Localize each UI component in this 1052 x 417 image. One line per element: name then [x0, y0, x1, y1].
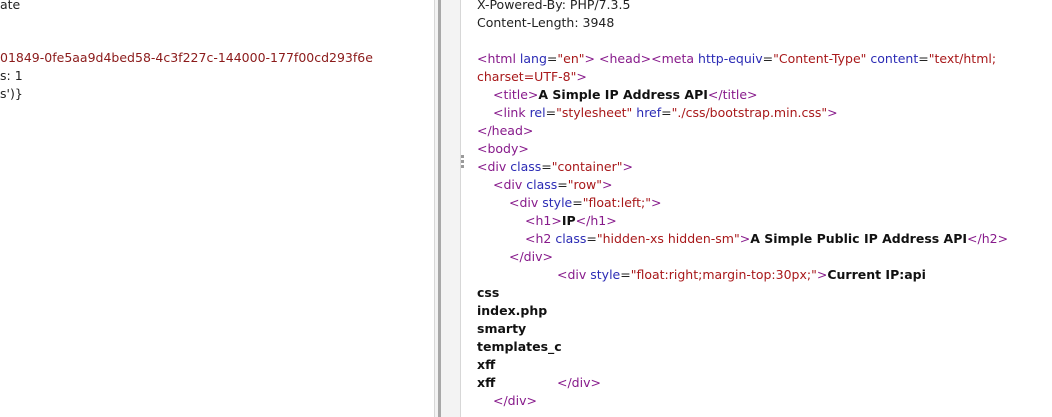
pane-splitter[interactable] — [434, 0, 461, 417]
listing-item: xff — [477, 357, 496, 372]
listing-item: index.php — [477, 303, 548, 318]
source-line-float-right: <div style="float:right;margin-top:30px;… — [557, 267, 926, 282]
request-cookie-line: 01849-0fe5aa9d4bed58-4c3f227c-144000-177… — [0, 50, 373, 65]
listing-item: templates_c — [477, 339, 562, 354]
listing-item: smarty — [477, 321, 527, 336]
response-pane: X-Powered-By: PHP/7.3.5 Content-Length: … — [462, 0, 1052, 417]
header-powered-by: X-Powered-By: PHP/7.3.5 — [477, 0, 631, 12]
source-line-charset: charset=UTF-8"> — [477, 69, 587, 84]
splitter-bar[interactable] — [438, 0, 441, 417]
source-line-float-left: <div style="float:left;"> — [509, 195, 662, 210]
source-line-div-close: </div> — [493, 393, 537, 408]
source-line-body: <body> — [477, 141, 529, 156]
source-line-link: <link rel="stylesheet" href="./css/boots… — [493, 105, 838, 120]
request-line: s')} — [0, 86, 23, 101]
request-line: ate — [0, 0, 21, 12]
source-line-div-close: </div> — [509, 249, 553, 264]
source-line-div-close: </div> — [557, 375, 601, 390]
source-line-row: <div class="row"> — [493, 177, 613, 192]
header-content-length: Content-Length: 3948 — [477, 15, 615, 30]
request-pane: ate 01849-0fe5aa9d4bed58-4c3f227c-144000… — [0, 0, 434, 417]
source-line-title: <title>A Simple IP Address API</title> — [493, 87, 758, 102]
source-line-container: <div class="container"> — [477, 159, 633, 174]
source-line-h2: <h2 class="hidden-xs hidden-sm">A Simple… — [525, 231, 1009, 246]
listing-item: css — [477, 285, 500, 300]
request-line: s: 1 — [0, 68, 23, 83]
source-line-head-close: </head> — [477, 123, 534, 138]
source-line-html: <html lang="en"> <head><meta http-equiv=… — [477, 51, 997, 66]
source-line-h1: <h1>IP</h1> — [525, 213, 617, 228]
listing-item: xff — [477, 375, 496, 390]
